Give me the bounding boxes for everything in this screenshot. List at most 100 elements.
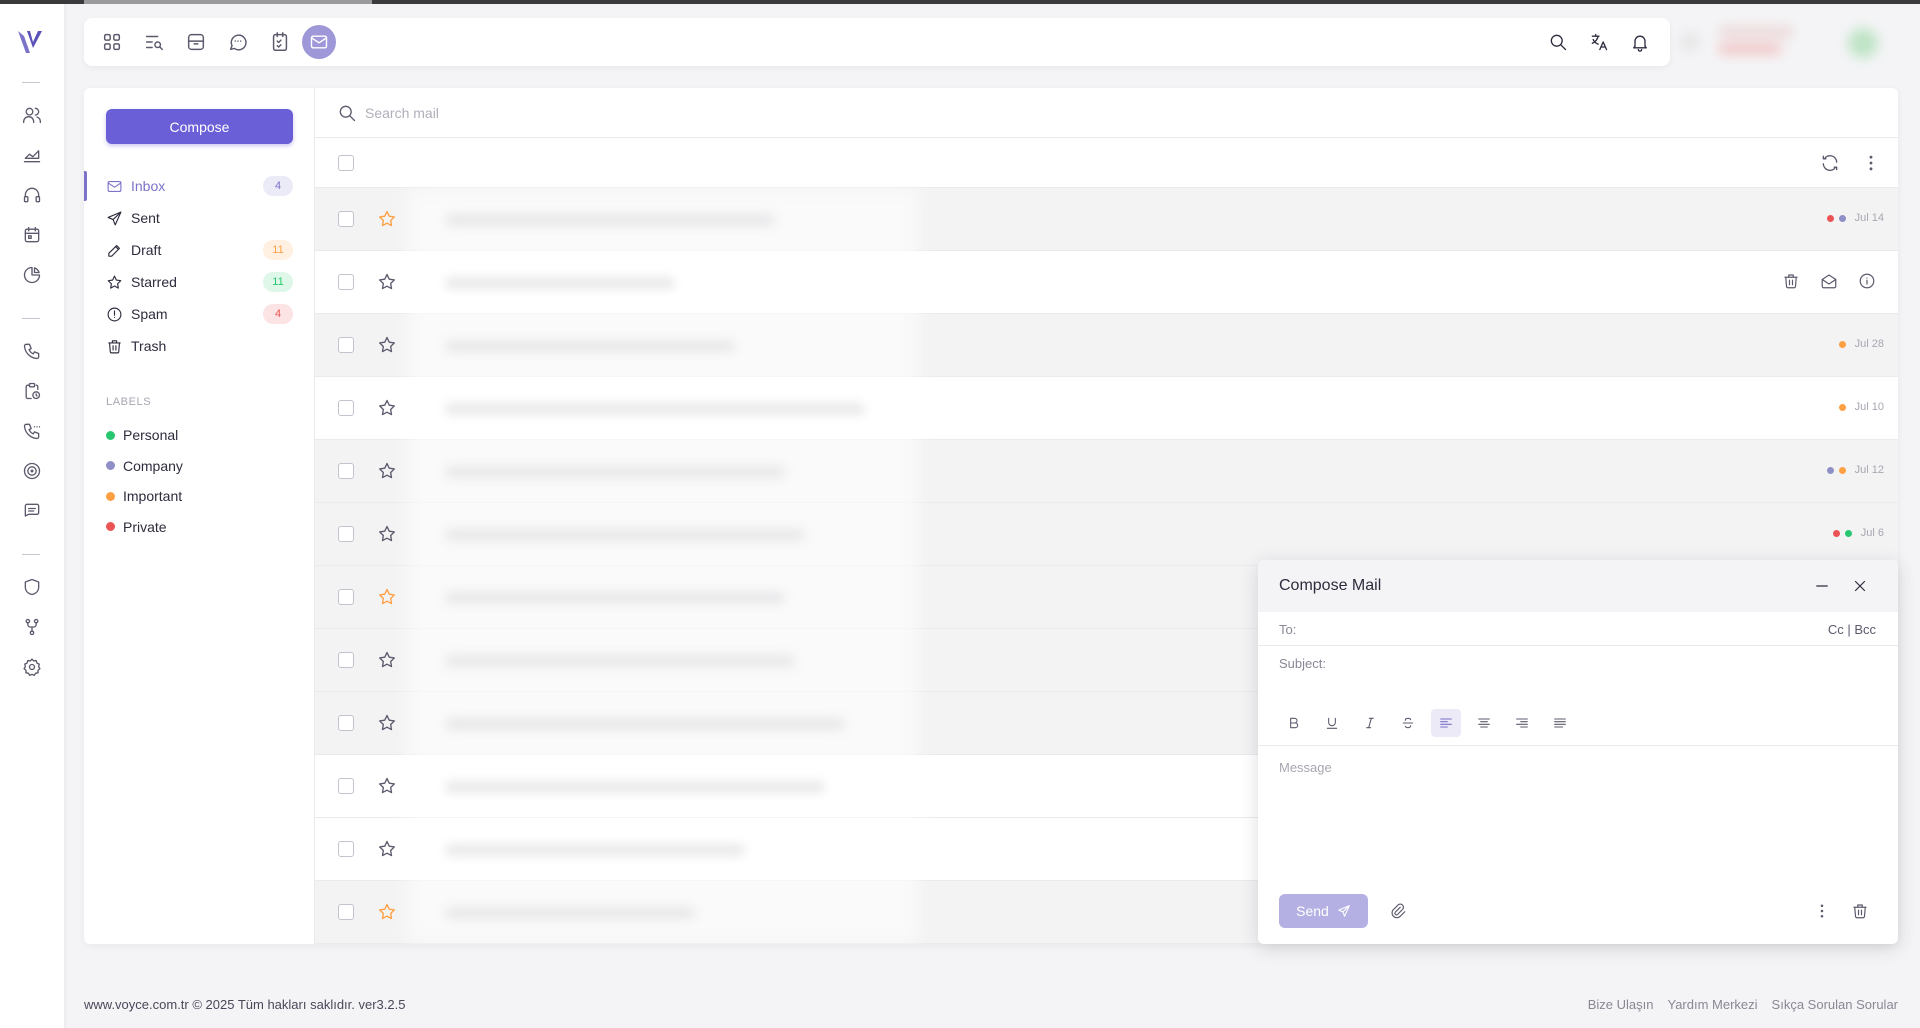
message-textarea[interactable] (1279, 760, 1879, 890)
search-icon[interactable] (1546, 30, 1570, 54)
phone-icon[interactable] (21, 340, 43, 362)
strikethrough-icon[interactable] (1393, 709, 1423, 737)
align-right-icon[interactable] (1507, 709, 1537, 737)
dashboard-grid-icon[interactable] (100, 30, 124, 54)
align-left-icon[interactable] (1431, 709, 1461, 737)
target-icon[interactable] (21, 460, 43, 482)
users-icon[interactable] (21, 104, 43, 126)
select-all-checkbox[interactable] (338, 155, 354, 171)
clipboard-clock-icon[interactable] (21, 380, 43, 402)
mail-app-icon[interactable] (302, 25, 336, 59)
checklist-icon[interactable] (268, 30, 292, 54)
settings-icon[interactable] (21, 656, 43, 678)
chat-icon[interactable] (226, 30, 250, 54)
mail-open-icon[interactable] (1820, 272, 1838, 290)
bold-icon[interactable] (1279, 709, 1309, 737)
folder-trash[interactable]: Trash (84, 331, 315, 361)
user-menu-blurred[interactable] (1672, 18, 1912, 66)
shield-icon[interactable] (21, 576, 43, 598)
italic-icon[interactable] (1355, 709, 1385, 737)
label-text: Private (123, 518, 167, 535)
footer-link-help-center[interactable]: Yardım Merkezi (1667, 997, 1757, 1012)
refresh-icon[interactable] (1820, 153, 1840, 173)
star-icon[interactable] (377, 524, 397, 544)
star-icon[interactable] (377, 335, 397, 355)
compose-button[interactable]: Compose (106, 109, 293, 144)
chart-area-icon[interactable] (21, 144, 43, 166)
mail-row-checkbox[interactable] (338, 337, 354, 353)
mail-row[interactable]: Jul 6 (315, 503, 1898, 566)
star-icon[interactable] (377, 839, 397, 859)
search-mail-input[interactable] (365, 102, 1365, 124)
mail-row[interactable]: Jul 28 (315, 314, 1898, 377)
mail-list-actions (315, 138, 1898, 188)
trash-icon[interactable] (1782, 272, 1800, 290)
mail-row[interactable]: Jul 14 (315, 188, 1898, 251)
message-icon[interactable] (21, 500, 43, 522)
git-fork-icon[interactable] (21, 616, 43, 638)
translate-icon[interactable] (1587, 30, 1611, 54)
paperclip-icon[interactable] (1389, 902, 1407, 920)
star-icon[interactable] (377, 272, 397, 292)
star-icon[interactable] (377, 902, 397, 922)
mail-row-checkbox[interactable] (338, 526, 354, 542)
mail-preview-blurred (445, 529, 805, 541)
trash-icon[interactable] (1851, 902, 1869, 920)
folder-inbox[interactable]: Inbox 4 (84, 171, 315, 201)
star-icon[interactable] (377, 713, 397, 733)
more-vertical-icon[interactable] (1813, 902, 1831, 920)
mail-row-checkbox[interactable] (338, 778, 354, 794)
minimize-icon[interactable] (1813, 577, 1831, 595)
archive-icon[interactable] (184, 30, 208, 54)
mail-preview-blurred (445, 403, 865, 415)
folder-label: Sent (131, 210, 160, 226)
list-search-icon[interactable] (142, 30, 166, 54)
underline-icon[interactable] (1317, 709, 1347, 737)
star-icon[interactable] (377, 398, 397, 418)
footer-link-contact[interactable]: Bize Ulaşın (1588, 997, 1654, 1012)
folder-starred[interactable]: Starred 11 (84, 267, 315, 297)
label-important[interactable]: Important (106, 486, 182, 506)
label-private[interactable]: Private (106, 517, 167, 537)
info-icon[interactable] (1858, 272, 1876, 290)
mail-row-actions (1782, 272, 1876, 290)
to-input[interactable] (1338, 620, 1778, 638)
label-company[interactable]: Company (106, 456, 183, 476)
mail-row-checkbox[interactable] (338, 400, 354, 416)
mail-row-checkbox[interactable] (338, 652, 354, 668)
mail-row-checkbox[interactable] (338, 841, 354, 857)
star-icon[interactable] (377, 650, 397, 670)
label-personal[interactable]: Personal (106, 425, 178, 445)
calendar-icon[interactable] (21, 224, 43, 246)
bell-icon[interactable] (1628, 30, 1652, 54)
more-vertical-icon[interactable] (1861, 153, 1881, 173)
subject-input[interactable] (1338, 654, 1838, 672)
phone-call-icon[interactable] (21, 420, 43, 442)
mail-row-checkbox[interactable] (338, 274, 354, 290)
mail-row[interactable]: Jul 10 (315, 377, 1898, 440)
folder-sent[interactable]: Sent (84, 203, 315, 233)
mail-row-checkbox[interactable] (338, 904, 354, 920)
mail-row-checkbox[interactable] (338, 715, 354, 731)
mail-row-checkbox[interactable] (338, 211, 354, 227)
mail-row[interactable] (315, 251, 1898, 314)
footer-link-faq[interactable]: Sıkça Sorulan Sorular (1772, 997, 1898, 1012)
cc-bcc-toggle[interactable]: Cc | Bcc (1828, 622, 1876, 637)
star-icon[interactable] (377, 461, 397, 481)
close-icon[interactable] (1851, 577, 1869, 595)
align-center-icon[interactable] (1469, 709, 1499, 737)
mail-preview-blurred (445, 214, 775, 226)
app-logo[interactable] (16, 28, 44, 56)
folder-draft[interactable]: Draft 11 (84, 235, 315, 265)
star-icon[interactable] (377, 209, 397, 229)
folder-spam[interactable]: Spam 4 (84, 299, 315, 329)
mail-row-checkbox[interactable] (338, 589, 354, 605)
mail-row[interactable]: Jul 12 (315, 440, 1898, 503)
headset-icon[interactable] (21, 184, 43, 206)
mail-row-checkbox[interactable] (338, 463, 354, 479)
send-button[interactable]: Send (1279, 894, 1368, 928)
star-icon[interactable] (377, 776, 397, 796)
star-icon[interactable] (377, 587, 397, 607)
align-justify-icon[interactable] (1545, 709, 1575, 737)
chart-pie-icon[interactable] (21, 264, 43, 286)
